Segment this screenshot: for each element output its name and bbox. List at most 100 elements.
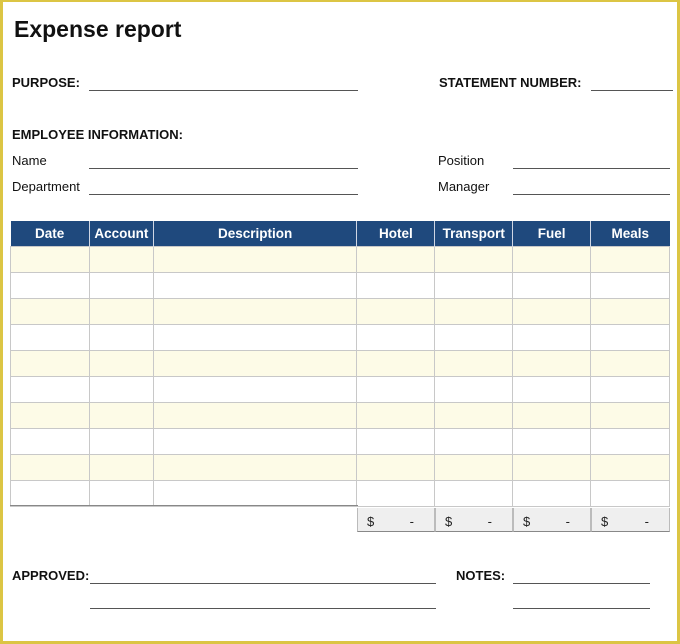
cell-meals[interactable] [590,427,670,455]
approved-field-2[interactable] [90,608,436,609]
position-field[interactable] [513,168,670,169]
cell-fuel[interactable] [512,297,592,325]
cell-description[interactable] [152,297,358,325]
cell-meals[interactable] [590,401,670,429]
total-fuel: $ - [513,508,591,532]
cell-hotel[interactable] [356,453,436,481]
cell-description[interactable] [152,401,358,429]
column-header-description: Description [152,221,357,246]
cell-fuel[interactable] [512,349,592,377]
cell-description[interactable] [152,427,358,455]
cell-transport[interactable] [434,453,514,481]
cell-meals[interactable] [590,245,670,273]
cell-account[interactable] [88,479,154,507]
column-header-date: Date [10,221,90,246]
cell-hotel[interactable] [356,245,436,273]
cell-date[interactable] [10,453,90,481]
cell-date[interactable] [10,427,90,455]
cell-date[interactable] [10,375,90,403]
cell-account[interactable] [88,375,154,403]
position-label: Position [438,153,485,168]
cell-transport[interactable] [434,375,514,403]
cell-transport[interactable] [434,401,514,429]
cell-transport[interactable] [434,349,514,377]
currency-symbol: $ [367,514,375,529]
cell-hotel[interactable] [356,401,436,429]
manager-field[interactable] [513,194,670,195]
name-field[interactable] [89,168,358,169]
cell-fuel[interactable] [512,245,592,273]
currency-symbol: $ [601,514,609,529]
cell-transport[interactable] [434,297,514,325]
cell-date[interactable] [10,271,90,299]
table-row [10,271,670,299]
cell-hotel[interactable] [356,297,436,325]
cell-meals[interactable] [590,375,670,403]
cell-date[interactable] [10,323,90,351]
cell-description[interactable] [152,375,358,403]
cell-description[interactable] [152,323,358,351]
cell-description[interactable] [152,479,358,507]
column-header-account: Account [88,221,154,246]
cell-account[interactable] [88,401,154,429]
cell-description[interactable] [152,271,358,299]
notes-field-2[interactable] [513,608,650,609]
total-value: - [487,514,492,529]
approved-label: APPROVED: [12,568,90,583]
cell-fuel[interactable] [512,479,592,507]
cell-hotel[interactable] [356,427,436,455]
purpose-field[interactable] [89,90,358,91]
cell-fuel[interactable] [512,375,592,403]
cell-account[interactable] [88,427,154,455]
department-label: Department [12,179,80,194]
table-row [10,245,670,273]
cell-date[interactable] [10,297,90,325]
table-row [10,323,670,351]
cell-meals[interactable] [590,453,670,481]
approved-field[interactable] [90,583,436,584]
table-row [10,427,670,455]
cell-account[interactable] [88,323,154,351]
cell-meals[interactable] [590,349,670,377]
cell-transport[interactable] [434,323,514,351]
cell-date[interactable] [10,245,90,273]
cell-description[interactable] [152,453,358,481]
cell-fuel[interactable] [512,323,592,351]
cell-meals[interactable] [590,323,670,351]
cell-fuel[interactable] [512,453,592,481]
statement-number-field[interactable] [591,90,673,91]
cell-hotel[interactable] [356,375,436,403]
cell-description[interactable] [152,349,358,377]
cell-meals[interactable] [590,271,670,299]
cell-meals[interactable] [590,479,670,507]
cell-date[interactable] [10,401,90,429]
cell-date[interactable] [10,349,90,377]
cell-account[interactable] [88,245,154,273]
cell-description[interactable] [152,245,358,273]
cell-transport[interactable] [434,479,514,507]
cell-fuel[interactable] [512,427,592,455]
cell-hotel[interactable] [356,323,436,351]
cell-transport[interactable] [434,271,514,299]
notes-field[interactable] [513,583,650,584]
cell-fuel[interactable] [512,271,592,299]
cell-account[interactable] [88,297,154,325]
department-field[interactable] [89,194,358,195]
cell-meals[interactable] [590,297,670,325]
cell-hotel[interactable] [356,271,436,299]
cell-date[interactable] [10,479,90,507]
cell-fuel[interactable] [512,401,592,429]
column-header-fuel: Fuel [512,221,591,246]
name-label: Name [12,153,47,168]
cell-hotel[interactable] [356,349,436,377]
total-hotel: $ - [357,508,435,532]
cell-account[interactable] [88,453,154,481]
cell-transport[interactable] [434,427,514,455]
purpose-label: PURPOSE: [12,75,80,90]
cell-account[interactable] [88,349,154,377]
cell-account[interactable] [88,271,154,299]
total-value: - [644,514,649,529]
currency-symbol: $ [523,514,531,529]
cell-hotel[interactable] [356,479,436,507]
cell-transport[interactable] [434,245,514,273]
